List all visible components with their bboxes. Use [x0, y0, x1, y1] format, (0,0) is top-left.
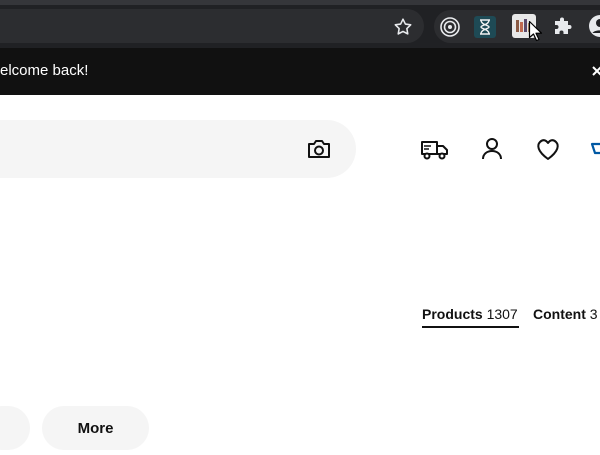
close-icon[interactable]	[590, 60, 600, 82]
truck-icon[interactable]	[420, 135, 450, 163]
target-extension-icon[interactable]	[439, 16, 461, 38]
tab-content-count: 3	[589, 306, 598, 322]
puzzle-icon[interactable]	[552, 16, 574, 38]
address-bar[interactable]	[0, 9, 424, 43]
user-icon[interactable]	[477, 135, 507, 163]
welcome-message: elcome back!	[0, 62, 89, 79]
profile-icon[interactable]	[588, 14, 600, 38]
filter-pill[interactable]	[0, 406, 30, 450]
tab-products-count: 1307	[486, 306, 518, 322]
camera-icon[interactable]	[306, 137, 332, 161]
mouse-cursor-icon	[528, 20, 543, 42]
tab-products-label: Products	[422, 306, 483, 322]
active-tab-underline	[422, 326, 519, 328]
tab-products[interactable]: Products 1307	[422, 306, 518, 322]
heart-icon[interactable]	[533, 135, 563, 163]
star-icon[interactable]	[392, 16, 414, 38]
welcome-banner: elcome back!	[0, 48, 600, 95]
more-filters-button[interactable]: More	[42, 406, 149, 450]
hourglass-icon	[480, 19, 490, 35]
tab-strip	[0, 0, 600, 5]
browser-toolbar	[0, 0, 600, 48]
hourglass-extension-icon[interactable]	[474, 16, 496, 38]
cart-icon[interactable]	[590, 135, 600, 163]
search-input[interactable]	[0, 120, 356, 178]
tab-content-label: Content	[533, 306, 586, 322]
tab-content[interactable]: Content 3	[533, 306, 598, 322]
